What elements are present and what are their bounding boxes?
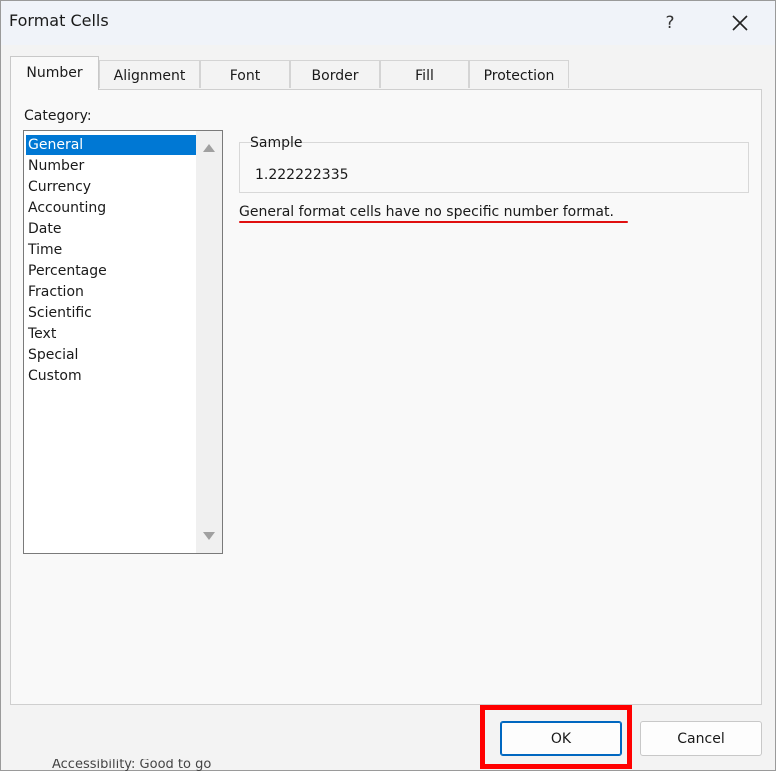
category-item-special[interactable]: Special xyxy=(26,345,196,365)
tab-font[interactable]: Font xyxy=(200,60,290,88)
ok-button[interactable]: OK xyxy=(500,721,622,756)
sample-label: Sample xyxy=(250,135,303,151)
dialog-title: Format Cells xyxy=(9,11,109,30)
annotation-underline xyxy=(239,221,628,223)
title-bar: Format Cells ? xyxy=(1,1,775,45)
category-item-text[interactable]: Text xyxy=(26,324,196,344)
close-icon xyxy=(732,15,748,31)
tab-protection[interactable]: Protection xyxy=(469,60,569,88)
help-button[interactable]: ? xyxy=(656,9,684,37)
category-item-general[interactable]: General xyxy=(26,135,196,155)
category-item-accounting[interactable]: Accounting xyxy=(26,198,196,218)
category-item-percentage[interactable]: Percentage xyxy=(26,261,196,281)
number-tab-panel: Category: General Number Currency Accoun… xyxy=(10,89,762,705)
sample-value: 1.222222335 xyxy=(255,167,349,183)
status-bar-text: Accessibility: Good to go xyxy=(52,759,212,771)
scroll-up-icon[interactable] xyxy=(203,144,215,152)
tab-fill[interactable]: Fill xyxy=(380,60,469,88)
category-item-currency[interactable]: Currency xyxy=(26,177,196,197)
category-item-custom[interactable]: Custom xyxy=(26,366,196,386)
cancel-button[interactable]: Cancel xyxy=(640,721,762,756)
category-item-time[interactable]: Time xyxy=(26,240,196,260)
format-cells-dialog: Format Cells ? Number Alignment Font Bor… xyxy=(0,0,776,771)
category-scrollbar[interactable] xyxy=(196,131,222,553)
category-item-date[interactable]: Date xyxy=(26,219,196,239)
scroll-down-icon[interactable] xyxy=(203,532,215,540)
tab-alignment[interactable]: Alignment xyxy=(99,60,200,88)
category-item-scientific[interactable]: Scientific xyxy=(26,303,196,323)
tab-border[interactable]: Border xyxy=(290,60,380,88)
category-item-fraction[interactable]: Fraction xyxy=(26,282,196,302)
close-button[interactable] xyxy=(724,9,756,37)
format-description: General format cells have no specific nu… xyxy=(239,204,614,220)
category-label: Category: xyxy=(24,108,92,124)
tab-number[interactable]: Number xyxy=(10,56,99,90)
category-listbox[interactable]: General Number Currency Accounting Date … xyxy=(23,130,223,554)
status-bar: Accessibility: Good to go xyxy=(0,759,776,771)
category-item-number[interactable]: Number xyxy=(26,156,196,176)
